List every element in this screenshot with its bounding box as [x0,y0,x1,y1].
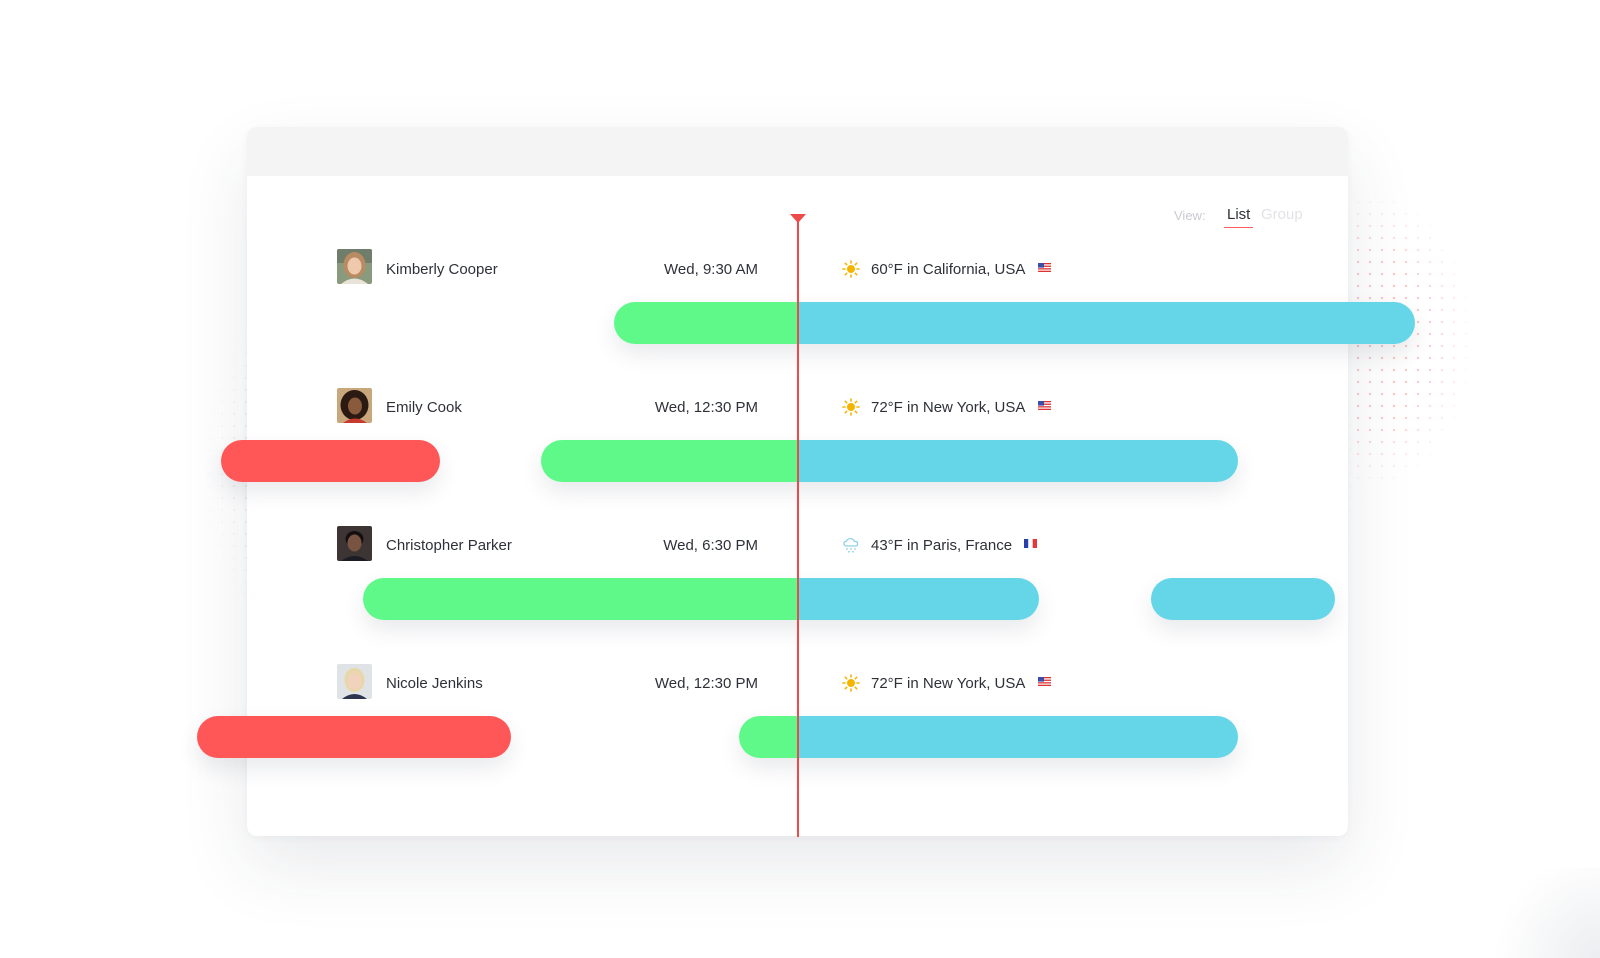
timeline-bar[interactable] [614,302,1415,344]
offline-hours-bar[interactable] [221,440,440,482]
weather-text: 72°F in New York, USA [871,675,1026,692]
view-option-group[interactable]: Group [1261,206,1303,223]
avatar [337,388,372,423]
local-time: Wed, 12:30 PM [654,675,758,692]
timeline-bar[interactable] [739,716,1238,758]
local-time: Wed, 12:30 PM [654,399,758,416]
weather-text: 43°F in Paris, France [871,537,1013,554]
current-time-marker-icon[interactable] [790,214,806,223]
elapsed-working-hours [541,440,799,482]
snow-cloud-icon [843,537,859,553]
remaining-working-hours [799,578,1039,620]
sun-icon [842,260,860,278]
person-name: Christopher Parker [386,537,512,554]
avatar [337,664,372,699]
elapsed-working-hours [739,716,799,758]
person-name: Nicole Jenkins [386,675,483,692]
remaining-working-hours [799,302,1415,344]
local-time: Wed, 9:30 AM [664,261,758,278]
window-titlebar [247,127,1348,176]
us-flag-icon [1038,401,1051,410]
current-time-line[interactable] [797,215,799,837]
us-flag-icon [1038,263,1051,272]
timeline-bar[interactable] [541,440,1238,482]
sun-icon [842,674,860,692]
avatar [337,526,372,561]
remaining-working-hours [799,440,1238,482]
offline-hours-bar[interactable] [197,716,511,758]
remaining-working-hours [799,716,1238,758]
sun-icon [842,398,860,416]
upcoming-working-hours-bar[interactable] [1151,578,1335,620]
view-option-list[interactable]: List [1223,206,1254,228]
local-time: Wed, 6:30 PM [663,537,758,554]
weather-text: 72°F in New York, USA [871,399,1026,416]
avatar [337,249,372,284]
weather-text: 60°F in California, USA [871,261,1026,278]
timeline-bar[interactable] [363,578,1039,620]
person-name: Emily Cook [386,399,462,416]
us-flag-icon [1038,677,1051,686]
fr-flag-icon [1024,539,1037,548]
person-name: Kimberly Cooper [386,261,498,278]
view-label: View: [1174,208,1206,223]
corner-shadow [1480,868,1600,958]
elapsed-working-hours [614,302,799,344]
elapsed-working-hours [363,578,799,620]
